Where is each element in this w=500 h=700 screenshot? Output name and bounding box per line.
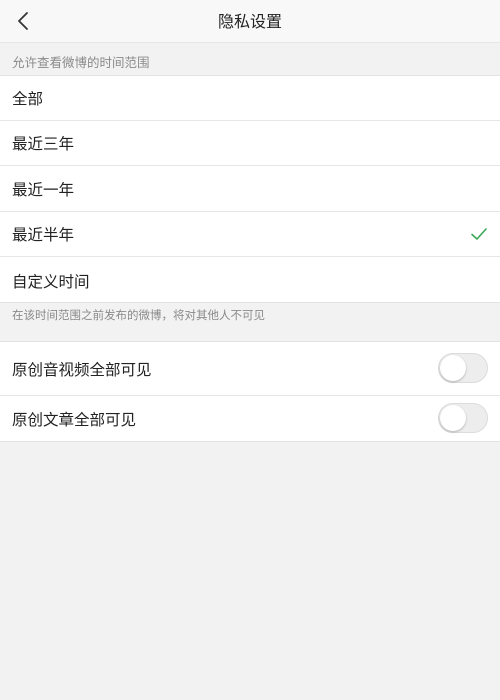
- option-custom-time[interactable]: 自定义时间: [0, 258, 500, 303]
- chevron-left-icon: [18, 12, 28, 30]
- option-label: 最近半年: [12, 226, 75, 244]
- toggle-knob: [440, 355, 466, 381]
- time-range-section-header: 允许查看微博的时间范围: [12, 55, 150, 70]
- navigation-bar: 隐私设置: [0, 0, 500, 43]
- toggle-knob: [440, 405, 466, 431]
- time-range-footnote: 在该时间范围之前发布的微博，将对其他人不可见: [12, 308, 265, 322]
- option-last-year[interactable]: 最近一年: [0, 167, 500, 212]
- time-range-options: 全部 最近三年 最近一年 最近半年 自定义时间: [0, 75, 500, 303]
- toggle-row-original-articles: 原创文章全部可见: [0, 396, 500, 441]
- page-title: 隐私设置: [217, 12, 282, 31]
- option-last-three-years[interactable]: 最近三年: [0, 121, 500, 166]
- original-media-toggle[interactable]: [438, 353, 488, 383]
- toggle-label: 原创音视频全部可见: [12, 360, 152, 379]
- option-label: 最近三年: [12, 135, 75, 153]
- option-all[interactable]: 全部: [0, 76, 500, 121]
- toggle-row-original-media: 原创音视频全部可见: [0, 342, 500, 396]
- back-button[interactable]: [8, 6, 38, 36]
- option-last-half-year[interactable]: 最近半年: [0, 212, 500, 257]
- content-visibility-toggles: 原创音视频全部可见 原创文章全部可见: [0, 341, 500, 442]
- checkmark-icon: [471, 228, 487, 240]
- option-label: 自定义时间: [12, 272, 90, 291]
- option-label: 全部: [12, 90, 44, 108]
- toggle-label: 原创文章全部可见: [12, 410, 137, 429]
- option-label: 最近一年: [12, 181, 75, 199]
- original-articles-toggle[interactable]: [438, 403, 488, 433]
